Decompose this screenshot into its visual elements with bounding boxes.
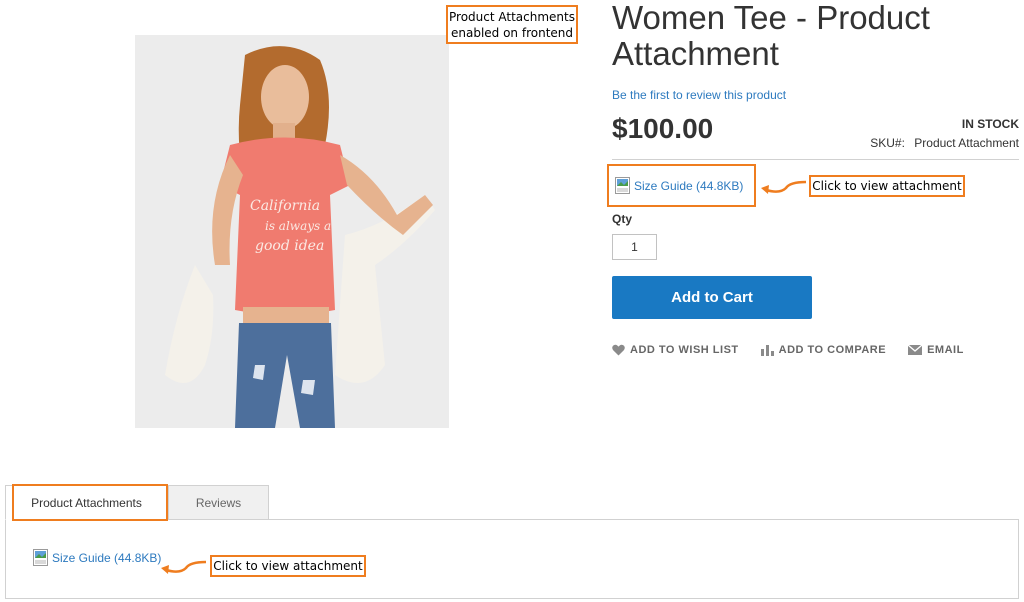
sku-label: SKU#:	[870, 136, 905, 150]
product-title: Women Tee - Product Attachment	[612, 0, 930, 72]
panel-attachment-label: Size Guide (44.8KB)	[52, 550, 162, 565]
frontend-callout: Product Attachments enabled on frontend	[446, 5, 578, 44]
heart-icon	[612, 344, 625, 356]
stock-status: IN STOCK	[961, 117, 1019, 131]
bar-chart-icon	[760, 345, 774, 356]
tab-reviews[interactable]: Reviews	[168, 485, 269, 520]
attachment-label: Size Guide (44.8KB)	[634, 178, 744, 193]
product-actions: ADD TO WISH LIST ADD TO COMPARE EMAIL	[612, 344, 964, 356]
add-to-wishlist-link[interactable]: ADD TO WISH LIST	[612, 344, 739, 356]
product-price: $100.00	[612, 113, 714, 144]
svg-text:is always a: is always a	[265, 219, 331, 233]
svg-text:good idea: good idea	[255, 238, 324, 254]
svg-text:California: California	[250, 198, 320, 214]
jpg-file-icon	[615, 177, 630, 194]
email-link[interactable]: EMAIL	[908, 344, 964, 356]
compare-label: ADD TO COMPARE	[778, 344, 887, 356]
sku: SKU#: Product Attachment	[870, 136, 1019, 150]
sku-value: Product Attachment	[914, 136, 1019, 150]
attachment-highlight: Size Guide (44.8KB)	[607, 164, 756, 207]
review-link[interactable]: Be the first to review this product	[612, 88, 786, 102]
callout-line-2: enabled on frontend	[450, 25, 574, 40]
qty-label: Qty	[612, 212, 633, 226]
panel-attachment-link[interactable]: Size Guide (44.8KB)	[33, 549, 161, 566]
add-to-cart-button[interactable]: Add to Cart	[612, 276, 812, 319]
click-view-callout: Click to view attachment	[809, 175, 965, 197]
wishlist-label: ADD TO WISH LIST	[630, 344, 739, 356]
tab-product-attachments[interactable]: Product Attachments	[5, 485, 168, 520]
add-to-compare-link[interactable]: ADD TO COMPARE	[760, 344, 887, 356]
arrow-icon	[160, 558, 208, 576]
click-view-callout-bottom: Click to view attachment	[210, 555, 366, 577]
callout-line-1: Product Attachments	[449, 9, 575, 24]
email-label: EMAIL	[927, 344, 964, 356]
qty-input[interactable]: 1	[612, 234, 657, 260]
divider	[612, 159, 1019, 160]
jpg-file-icon	[33, 549, 48, 566]
attachment-link[interactable]: Size Guide (44.8KB)	[615, 177, 743, 194]
arrow-icon	[760, 178, 808, 196]
product-image: California is always a good idea	[135, 35, 449, 428]
envelope-icon	[908, 345, 923, 355]
